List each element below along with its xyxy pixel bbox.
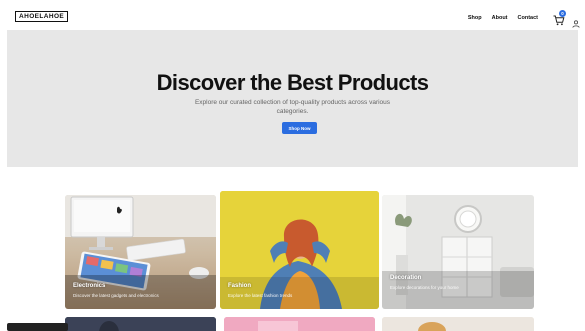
category-card-fashion[interactable]: Fashion Explore the latest fashion trend… [220,191,379,309]
category-image [65,317,216,331]
category-card[interactable] [382,317,534,331]
shop-now-button[interactable]: Shop Now [282,122,317,134]
nav-link-about[interactable]: About [492,15,508,21]
category-card-decoration[interactable]: Decoration Explore decorations for your … [382,195,534,309]
category-description: Explore decorations for your home [390,285,459,290]
category-card[interactable] [65,317,216,331]
hero-title: Discover the Best Products [156,70,429,95]
account-button[interactable] [572,15,580,28]
decoration-image [382,195,534,309]
category-label: Fashion [228,283,252,289]
nav-link-shop[interactable]: Shop [468,15,482,21]
nav-links: Shop About Contact [468,15,538,21]
hero-subtitle: Explore our curated collection of top-qu… [194,99,391,115]
category-label: Electronics [73,283,106,289]
category-label: Decoration [390,275,422,281]
category-image [382,317,534,331]
logo[interactable]: AHOELAHOE [15,11,69,22]
hero-banner: Discover the Best Products Explore our c… [7,30,578,167]
category-card[interactable] [224,317,375,331]
electronics-image [65,195,216,309]
user-icon [572,20,580,28]
category-description: Discover the latest gadgets and electron… [73,293,159,298]
category-description: Explore the latest fashion trends [228,293,293,298]
category-image [224,317,375,331]
status-pill [7,323,68,331]
fashion-image [220,191,379,309]
nav-link-contact[interactable]: Contact [518,15,538,21]
cart-button[interactable]: 0 [553,10,566,26]
navbar: AHOELAHOE Shop About Contact 0 [0,0,585,30]
category-card-electronics[interactable]: Electronics Discover the latest gadgets … [65,195,216,309]
cart-badge: 0 [559,10,566,17]
